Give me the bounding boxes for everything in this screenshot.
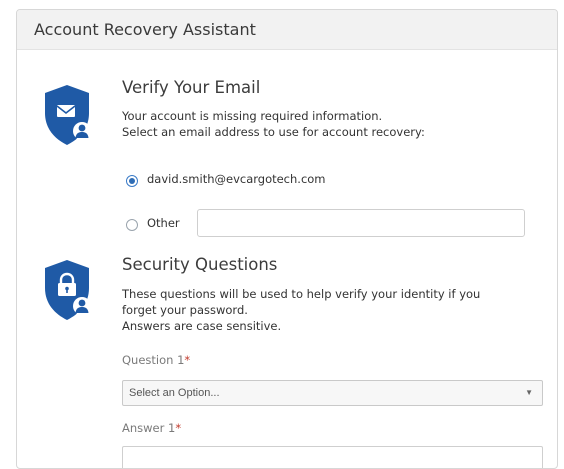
question-1-select[interactable]: Select an Option... ▼ — [122, 380, 543, 406]
description-line: Answers are case sensitive. — [122, 319, 282, 333]
security-questions-title: Security Questions — [122, 255, 278, 274]
verify-email-description: Your account is missing required informa… — [122, 108, 532, 140]
shield-envelope-user-icon — [45, 85, 91, 145]
question-1-label: Question 1* — [122, 353, 190, 367]
other-email-label[interactable]: Other — [147, 216, 180, 230]
question-1-label-text: Question 1 — [122, 353, 185, 367]
security-questions-description: These questions will be used to help ver… — [122, 286, 532, 334]
required-asterisk: * — [175, 421, 182, 435]
description-line: These questions will be used to help ver… — [122, 287, 481, 301]
question-1-select-value: Select an Option... — [129, 387, 220, 399]
other-email-input[interactable] — [197, 209, 525, 237]
description-line: Select an email address to use for accou… — [122, 125, 425, 139]
caret-down-icon: ▼ — [525, 388, 533, 397]
verify-email-title: Verify Your Email — [122, 78, 261, 97]
description-line: Your account is missing required informa… — [122, 109, 383, 123]
panel-title: Account Recovery Assistant — [34, 20, 256, 39]
answer-1-input[interactable] — [122, 446, 543, 468]
description-line: forget your password. — [122, 303, 248, 317]
answer-1-label: Answer 1* — [122, 421, 181, 435]
email-option-label[interactable]: david.smith@evcargotech.com — [147, 172, 326, 186]
other-email-radio[interactable] — [126, 219, 138, 231]
required-asterisk: * — [184, 353, 191, 367]
account-recovery-panel: Account Recovery Assistant Verify Your E… — [16, 9, 558, 469]
shield-lock-user-icon — [45, 260, 91, 320]
answer-1-label-text: Answer 1 — [122, 421, 176, 435]
panel-header: Account Recovery Assistant — [17, 10, 557, 50]
email-option-radio-selected[interactable] — [126, 175, 138, 187]
